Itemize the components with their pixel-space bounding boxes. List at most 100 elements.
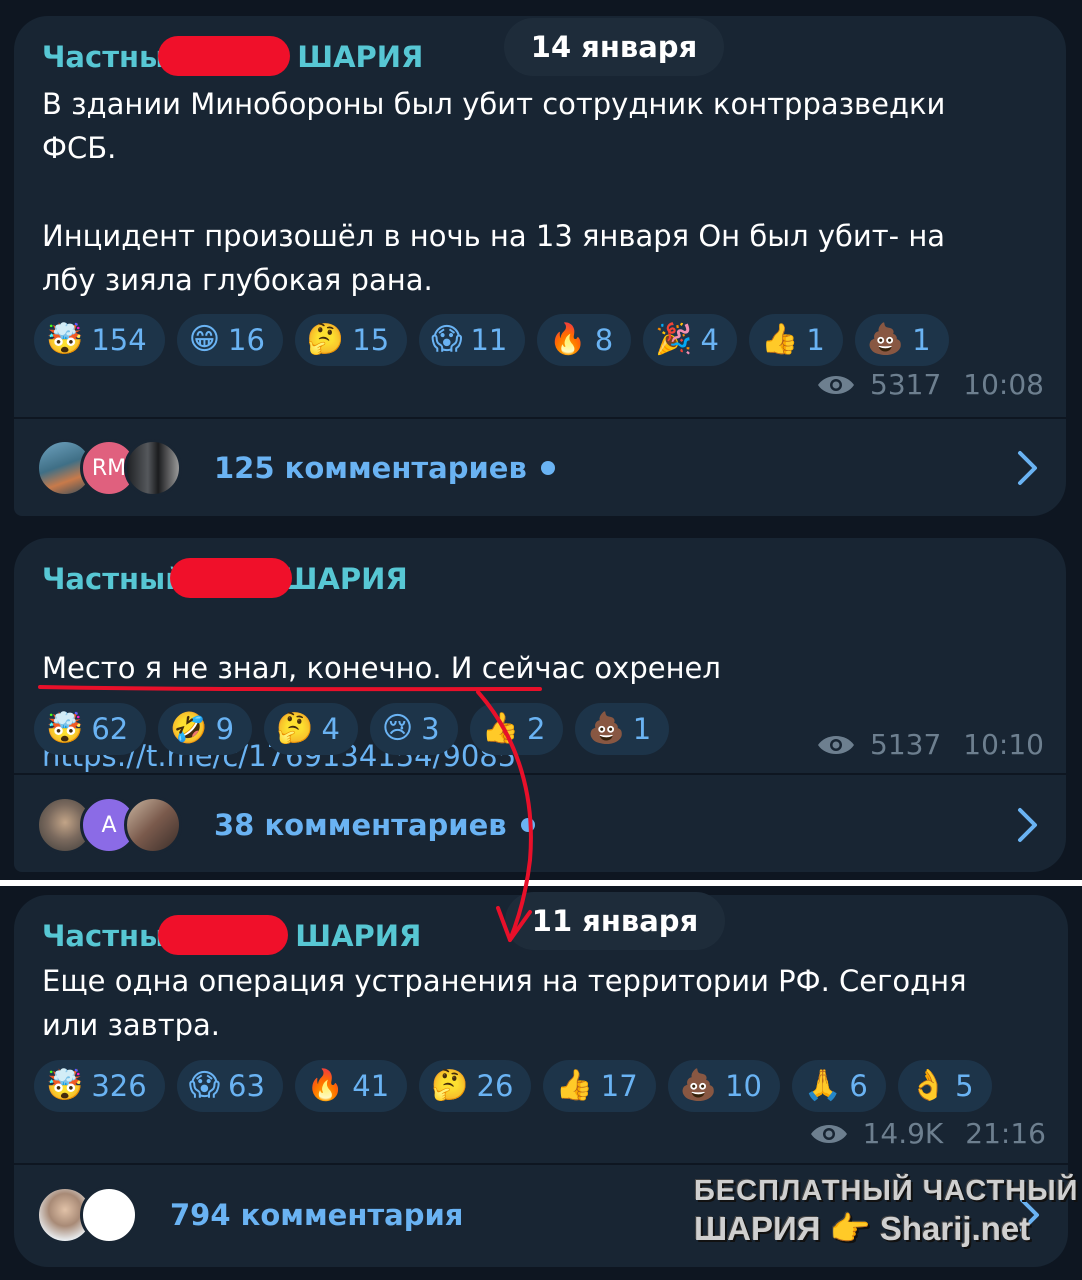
reaction-count: 63	[228, 1069, 265, 1103]
post-bubble: Частный ШАРИЯ Место я не знал, конечно. И…	[14, 538, 1066, 872]
exploding-head-emoji: 🤯	[46, 711, 84, 746]
scream-emoji: 😱	[431, 322, 463, 357]
reaction-chip[interactable]: 🔥 8	[537, 314, 632, 366]
reaction-count: 26	[476, 1069, 514, 1103]
ok-hand-emoji: 👌	[909, 1068, 948, 1103]
divider	[14, 417, 1066, 419]
folded-hands-emoji: 🙏	[803, 1068, 842, 1103]
thumbs-up-emoji: 👍	[760, 322, 799, 357]
thinking-emoji: 🤔	[431, 1068, 469, 1103]
post-time: 10:08	[963, 368, 1044, 401]
reaction-chip[interactable]: 🤯 62	[34, 703, 147, 755]
reaction-count: 8	[594, 323, 614, 357]
reaction-chip[interactable]: 😢 3	[369, 703, 458, 755]
avatar	[80, 1186, 138, 1244]
grin-emoji: 😁	[188, 322, 220, 357]
channel-name[interactable]: Частны ШАРИЯ	[42, 36, 424, 76]
watermark-line: БЕСПЛАТНЫЙ ЧАСТНЫЙ	[694, 1175, 1079, 1207]
redaction-mark	[158, 36, 290, 76]
unread-dot	[520, 818, 535, 832]
chevron-right-icon[interactable]	[1016, 807, 1040, 843]
reaction-chip[interactable]: 👍 17	[543, 1060, 656, 1112]
avatar	[124, 796, 182, 854]
reaction-chip[interactable]: 🔥 41	[294, 1060, 408, 1112]
poop-emoji: 💩	[866, 322, 905, 357]
commenter-avatars: RM	[36, 439, 182, 497]
reaction-count: 1	[806, 323, 825, 357]
message-line: Место я не знал, конечно. И сейчас охрен…	[42, 651, 721, 685]
reaction-chip[interactable]: 🤯 326	[34, 1060, 165, 1112]
reaction-chip[interactable]: 💩 10	[667, 1060, 780, 1112]
reaction-chip[interactable]: 🎉 4	[643, 314, 737, 366]
reaction-chip[interactable]: 😱 11	[419, 314, 526, 366]
reaction-count: 154	[91, 323, 147, 357]
comments-count: 794 комментария	[170, 1198, 464, 1232]
reaction-count: 11	[470, 323, 508, 357]
reaction-count: 10	[725, 1069, 762, 1103]
reaction-chip[interactable]: 👍 2	[469, 703, 564, 755]
comments-count: 125 комментариев	[214, 451, 527, 485]
channel-name[interactable]: Частный ШАРИЯ	[42, 558, 408, 598]
channel-name-end: ШАРИЯ	[281, 562, 408, 596]
fire-emoji: 🔥	[549, 322, 587, 357]
redaction-mark	[170, 558, 292, 598]
scream-emoji: 😱	[188, 1068, 220, 1103]
channel-name-end: ШАРИЯ	[297, 40, 424, 74]
reaction-chip[interactable]: 🤯 154	[34, 314, 165, 366]
watermark: БЕСПЛАТНЫЙ ЧАСТНЫЙ ШАРИЯ 👉 Sharij.net	[694, 1172, 1078, 1248]
reaction-chip[interactable]: 😱 63	[176, 1060, 283, 1112]
reaction-chip[interactable]: 🤔 4	[264, 703, 358, 755]
channel-name-start: Частный	[42, 562, 186, 596]
reaction-chip[interactable]: 👍 1	[748, 314, 843, 366]
reaction-count: 15	[352, 323, 390, 357]
channel-name-end: ШАРИЯ	[295, 919, 422, 953]
reaction-count: 1	[912, 323, 931, 357]
post-meta: 14.9K 21:16	[809, 1117, 1046, 1150]
exploding-head-emoji: 🤯	[46, 1068, 84, 1103]
poop-emoji: 💩	[679, 1068, 718, 1103]
reaction-chip[interactable]: 💩 1	[854, 314, 949, 366]
reaction-count: 9	[215, 712, 235, 746]
reaction-chip[interactable]: 🙏 6	[791, 1060, 886, 1112]
reaction-chip[interactable]: 😁 16	[176, 314, 283, 366]
post-meta: 5317 10:08	[816, 368, 1044, 401]
poop-emoji: 💩	[587, 711, 625, 746]
rofl-emoji: 🤣	[170, 711, 208, 746]
thinking-emoji: 🤔	[306, 322, 345, 357]
post-time: 21:16	[965, 1117, 1046, 1150]
reaction-count: 2	[526, 712, 546, 746]
post-bubble: Частны ШАРИЯ В здании Минобороны был убит…	[14, 16, 1066, 516]
unread-dot	[540, 461, 555, 475]
date-pill: 11 января	[505, 892, 725, 950]
reaction-chip[interactable]: 🤔 15	[294, 314, 408, 366]
post-time: 10:10	[963, 728, 1044, 761]
thumbs-up-emoji: 👍	[481, 711, 519, 746]
reaction-chip[interactable]: 👌 5	[897, 1060, 992, 1112]
reaction-count: 326	[91, 1069, 147, 1103]
reaction-count: 3	[421, 712, 440, 746]
reaction-count: 6	[849, 1069, 868, 1103]
views-eye-icon	[810, 1124, 847, 1143]
reaction-count: 4	[321, 712, 340, 746]
redaction-mark	[158, 915, 288, 955]
fire-emoji: 🔥	[306, 1068, 345, 1103]
view-count: 5137	[870, 728, 942, 761]
reaction-count: 41	[352, 1069, 390, 1103]
reaction-chip[interactable]: 💩 1	[575, 703, 670, 755]
divider	[14, 773, 1066, 775]
watermark-line: ШАРИЯ 👉 Sharij.net	[694, 1210, 1031, 1247]
channel-name[interactable]: Частны ШАРИЯ	[42, 915, 422, 955]
channel-name-start: Частны	[42, 919, 166, 953]
comments-row[interactable]: A 38 комментариев	[36, 793, 1040, 857]
reactions-row: 🤯 326 😱 63 🔥 41 🤔 26 👍 17 💩 10 🙏 6 👌 5	[34, 1060, 992, 1112]
crying-emoji: 😢	[381, 711, 414, 746]
reaction-chip[interactable]: 🤔 26	[419, 1060, 532, 1112]
avatar	[124, 439, 182, 497]
view-count: 14.9K	[862, 1117, 944, 1150]
divider	[14, 1163, 1068, 1165]
comments-row[interactable]: RM 125 комментариев	[36, 436, 1040, 500]
reactions-row: 🤯 62 🤣 9 🤔 4 😢 3 👍 2 💩 1	[34, 703, 670, 755]
reaction-count: 5	[955, 1069, 974, 1103]
chevron-right-icon[interactable]	[1016, 450, 1040, 486]
reaction-chip[interactable]: 🤣 9	[158, 703, 253, 755]
